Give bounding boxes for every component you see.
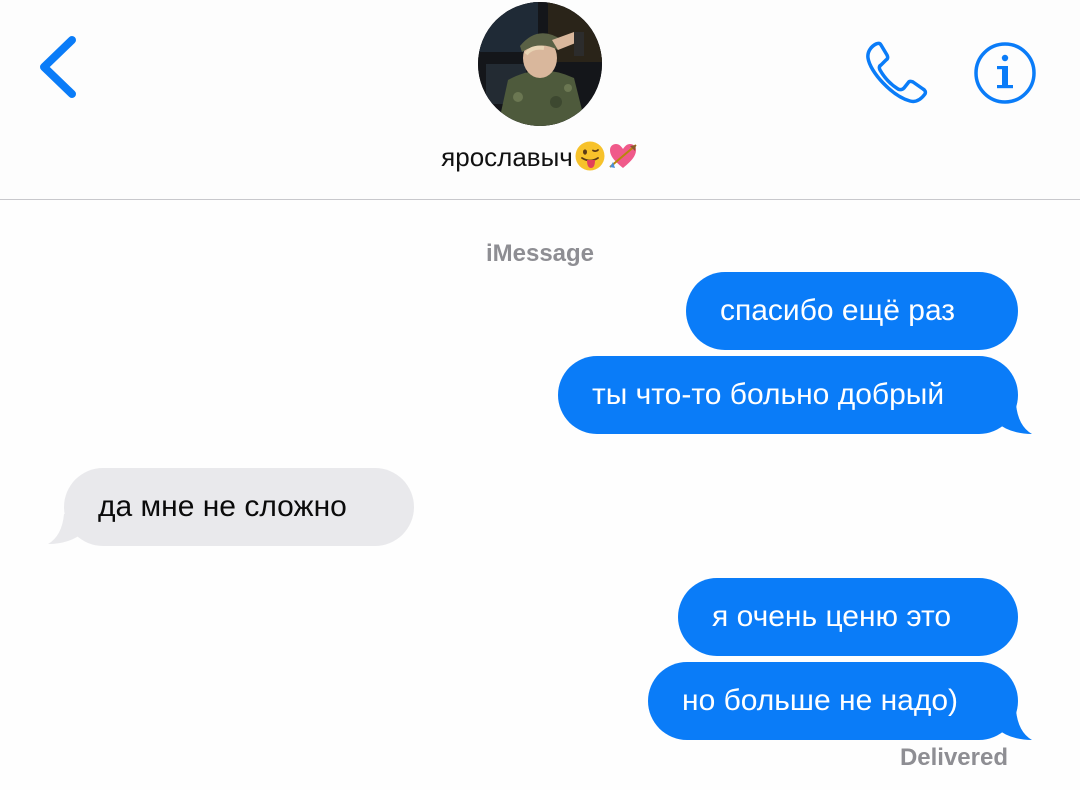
message-text: но больше не надо) [682, 684, 959, 717]
heart-arrow-emoji [607, 140, 639, 172]
call-button[interactable] [862, 38, 932, 108]
conversation-header: ярославыч [0, 0, 1080, 200]
bubble-tail [996, 404, 1032, 434]
outgoing-message-bubble[interactable]: но больше не надо) [648, 662, 1018, 740]
info-icon [974, 42, 1036, 104]
outgoing-message-bubble[interactable]: спасибо ещё раз [686, 272, 1018, 350]
message-text: ты что-то больно добрый [592, 378, 945, 411]
tongue-face-emoji [574, 140, 606, 172]
info-button[interactable] [972, 40, 1038, 106]
service-label: iMessage [485, 240, 595, 267]
outgoing-message-bubble[interactable]: ты что-то больно добрый [558, 356, 1018, 434]
messages-screen: ярославыч iMessage спасибо ещё раз ты чт… [0, 0, 1080, 790]
incoming-message-bubble[interactable]: да мне не сложно [64, 468, 414, 546]
delivery-status: Delivered [899, 744, 1008, 771]
contact-name: ярославыч [441, 142, 573, 172]
avatar-photo [478, 2, 602, 126]
chevron-left-icon [40, 36, 76, 98]
back-button[interactable] [34, 34, 84, 100]
bubble-tail [48, 514, 84, 544]
message-text: да мне не сложно [98, 490, 347, 523]
contact-avatar[interactable] [478, 2, 602, 126]
outgoing-message-bubble[interactable]: я очень ценю это [678, 578, 1018, 656]
phone-icon [866, 41, 928, 104]
message-text: спасибо ещё раз [720, 294, 956, 327]
contact-name-button[interactable]: ярославыч [0, 140, 1080, 173]
message-text: я очень ценю это [712, 600, 952, 633]
bubble-tail [996, 710, 1032, 740]
